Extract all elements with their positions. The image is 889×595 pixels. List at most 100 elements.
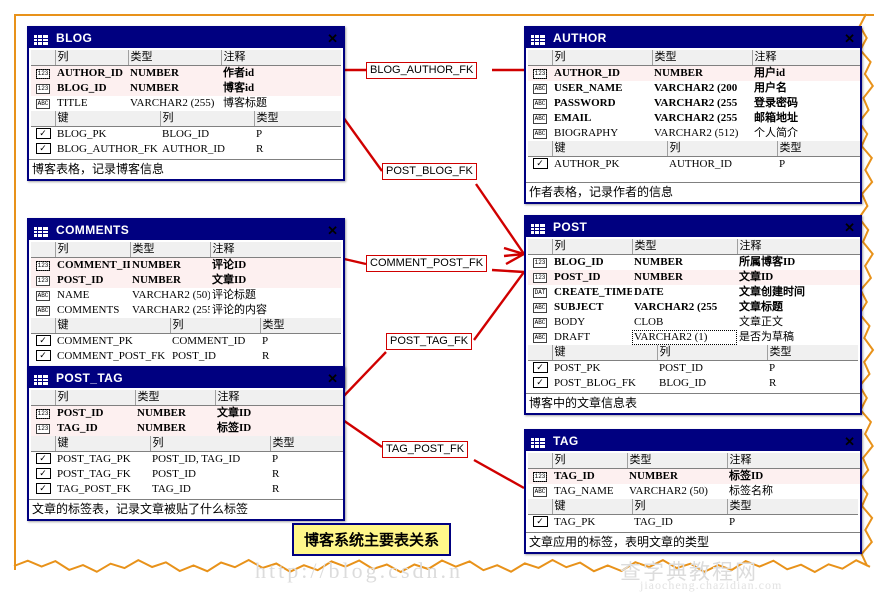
key-header-col: 列 <box>666 141 777 157</box>
table-window-post_tag[interactable]: POST_TAG ✕ 列类型 注释 123 POST_ID NUMBER 文章ID 123 TAG… <box>27 366 345 521</box>
column-row[interactable]: DAT CREATE_TIME DATE 文章创建时间 <box>528 285 860 300</box>
key-row[interactable]: ✓ POST_PK POST_ID P <box>528 361 858 377</box>
table-title-comments: COMMENTS <box>56 223 130 237</box>
relationship-label-blog-author-fk[interactable]: BLOG_AUTHOR_FK <box>366 62 478 79</box>
column-row[interactable]: ABC USER_NAME VARCHAR2 (200 用户名 <box>528 81 860 96</box>
column-header-row-comments: 列类型 注释 <box>31 242 341 258</box>
column-row[interactable]: 123 BLOG_ID NUMBER 所属博客ID <box>528 255 860 271</box>
column-row[interactable]: 123 POST_ID NUMBER 文章ID <box>31 405 343 421</box>
column-row[interactable]: 123 POST_ID NUMBER 文章ID <box>528 270 860 285</box>
datatype-glyph: ABC <box>35 306 51 316</box>
column-name: SUBJECT <box>554 301 604 313</box>
number-type-icon: 123 <box>31 273 55 288</box>
key-header-key: 键 <box>551 499 632 515</box>
close-icon[interactable]: ✕ <box>842 435 857 448</box>
key-grid-tag: 键列类型 ✓ TAG_PK TAG_ID P <box>528 499 858 530</box>
datatype-glyph: ABC <box>532 99 548 109</box>
key-row[interactable]: ✓ POST_TAG_PK POST_ID, TAG_ID P <box>31 452 343 468</box>
table-titlebar-post_tag[interactable]: POST_TAG ✕ <box>29 368 343 388</box>
column-type: VARCHAR2 (255 <box>654 112 738 124</box>
header-spacer <box>31 50 55 66</box>
table-title-blog: BLOG <box>56 31 93 45</box>
header-spacer <box>528 239 552 255</box>
key-checkbox-icon: ✓ <box>528 157 552 173</box>
wire-tag-post-fk <box>339 417 383 448</box>
column-row[interactable]: ABC COMMENTS VARCHAR2 (255) 评论的内容 <box>31 303 341 318</box>
datatype-glyph: ABC <box>532 487 548 497</box>
column-row[interactable]: 123 TAG_ID NUMBER 标签ID <box>31 421 343 436</box>
datatype-glyph: 123 <box>35 69 51 79</box>
column-row[interactable]: ABC TAG_NAME VARCHAR2 (50) 标签名称 <box>528 484 860 499</box>
table-window-tag[interactable]: TAG ✕ 列类型 注释 123 TAG_ID NUMBER 标签ID ABC TAG_NAME V… <box>524 429 862 554</box>
header-type: 类型 <box>631 239 737 255</box>
column-comment: 用户id <box>752 65 860 81</box>
text-type-icon: ABC <box>528 315 552 330</box>
key-row[interactable]: ✓ BLOG_AUTHOR_FK AUTHOR_ID R <box>31 142 341 157</box>
table-window-post[interactable]: POST ✕ 列类型 注释 123 BLOG_ID NUMBER 所属博客ID 123 POST_… <box>524 215 862 415</box>
key-row[interactable]: ✓ POST_BLOG_FK BLOG_ID R <box>528 376 858 391</box>
relationship-label-post-tag-fk[interactable]: POST_TAG_FK <box>386 333 473 350</box>
key-row[interactable]: ✓ AUTHOR_PK AUTHOR_ID P <box>528 157 860 173</box>
column-header-row-blog: 列类型 注释 <box>31 50 341 66</box>
column-row[interactable]: ABC BODY CLOB 文章正文 <box>528 315 860 330</box>
column-row[interactable]: ABC BIOGRAPHY VARCHAR2 (512) 个人简介 <box>528 126 860 141</box>
key-checkbox-icon: ✓ <box>528 515 552 531</box>
column-row[interactable]: 123 COMMENT_ID NUMBER 评论ID <box>31 257 341 273</box>
key-row[interactable]: ✓ COMMENT_POST_FK POST_ID R <box>31 349 341 364</box>
column-row[interactable]: 123 TAG_ID NUMBER 标签ID <box>528 468 860 484</box>
key-row[interactable]: ✓ TAG_POST_FK TAG_ID R <box>31 482 343 497</box>
key-row[interactable]: ✓ POST_TAG_FK POST_ID R <box>31 467 343 482</box>
column-row[interactable]: ABC TITLE VARCHAR2 (255) 博客标题 <box>31 96 341 111</box>
table-window-blog[interactable]: BLOG ✕ 列类型 注释 123 AUTHOR_ID NUMBER 作者id 123 BLOG_… <box>27 26 345 181</box>
key-type: R <box>769 377 777 389</box>
number-type-icon: 123 <box>31 257 55 273</box>
column-row[interactable]: ABC PASSWORD VARCHAR2 (255 登录密码 <box>528 96 860 111</box>
column-name: POST_ID <box>552 270 632 285</box>
table-window-author[interactable]: AUTHOR ✕ 列类型 注释 123 AUTHOR_ID NUMBER 用户id ABC USE… <box>524 26 862 204</box>
column-row[interactable]: 123 AUTHOR_ID NUMBER 用户id <box>528 65 860 81</box>
table-window-comments[interactable]: COMMENTS ✕ 列类型 注释 123 COMMENT_ID NUMBER 评论ID 123… <box>27 218 345 388</box>
column-row[interactable]: ABC SUBJECT VARCHAR2 (255 文章标题 <box>528 300 860 315</box>
relationship-label-post-blog-fk[interactable]: POST_BLOG_FK <box>382 163 477 180</box>
datatype-glyph: ABC <box>532 318 548 328</box>
table-titlebar-tag[interactable]: TAG ✕ <box>526 431 860 451</box>
key-header-spacer <box>528 499 552 515</box>
column-name: AUTHOR_ID <box>552 65 652 81</box>
column-row[interactable]: ABC EMAIL VARCHAR2 (255 邮箱地址 <box>528 111 860 126</box>
key-checkbox-icon: ✓ <box>31 467 55 482</box>
column-comment: 博客标题 <box>223 97 267 109</box>
column-row[interactable]: ABC DRAFT VARCHAR2 (1) 是否为草稿 <box>528 330 860 345</box>
table-titlebar-post[interactable]: POST ✕ <box>526 217 860 237</box>
column-name: POST_ID <box>55 405 135 421</box>
key-header-col: 列 <box>169 318 260 334</box>
checkbox-glyph: ✓ <box>35 350 51 361</box>
key-name: COMMENT_PK <box>57 335 133 347</box>
column-row[interactable]: 123 BLOG_ID NUMBER 博客id <box>31 81 341 96</box>
close-icon[interactable]: ✕ <box>842 32 857 45</box>
key-column: POST_ID <box>659 362 704 374</box>
key-header-col: 列 <box>149 436 270 452</box>
close-icon[interactable]: ✕ <box>325 32 340 45</box>
relationship-label-comment-post-fk[interactable]: COMMENT_POST_FK <box>366 255 488 272</box>
table-titlebar-author[interactable]: AUTHOR ✕ <box>526 28 860 48</box>
datatype-glyph: ABC <box>532 303 548 313</box>
key-row[interactable]: ✓ BLOG_PK BLOG_ID P <box>31 127 341 143</box>
number-type-icon: 123 <box>31 81 55 96</box>
key-row[interactable]: ✓ COMMENT_PK COMMENT_ID P <box>31 334 341 350</box>
close-icon[interactable]: ✕ <box>842 221 857 234</box>
column-name: COMMENT_ID <box>55 257 130 273</box>
datatype-glyph: 123 <box>532 472 548 482</box>
table-titlebar-comments[interactable]: COMMENTS ✕ <box>29 220 343 240</box>
column-type: NUMBER <box>652 65 752 81</box>
column-type: NUMBER <box>632 270 737 285</box>
table-grid-post_tag: 列类型 注释 123 POST_ID NUMBER 文章ID 123 TAG_ID NUMBER… <box>31 390 343 436</box>
close-icon[interactable]: ✕ <box>325 224 340 237</box>
column-row[interactable]: ABC NAME VARCHAR2 (50) 评论标题 <box>31 288 341 303</box>
column-row[interactable]: 123 POST_ID NUMBER 文章ID <box>31 273 341 288</box>
column-row[interactable]: 123 AUTHOR_ID NUMBER 作者id <box>31 65 341 81</box>
relationship-label-tag-post-fk[interactable]: TAG_POST_FK <box>382 441 469 458</box>
key-type: R <box>262 350 270 362</box>
key-row[interactable]: ✓ TAG_PK TAG_ID P <box>528 515 858 531</box>
table-titlebar-blog[interactable]: BLOG ✕ <box>29 28 343 48</box>
close-icon[interactable]: ✕ <box>325 372 340 385</box>
